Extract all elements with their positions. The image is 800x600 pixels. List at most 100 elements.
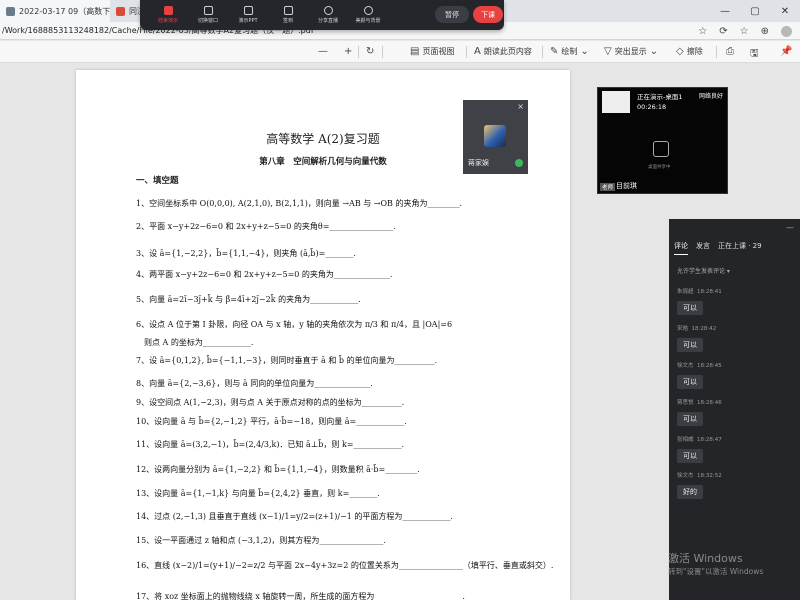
close-window-button[interactable]: ✕ [770,0,800,22]
presenter-camera-tile[interactable]: × 蒋家娱 [463,100,528,174]
question-4: 4、两平面 x−y+2z−6=0 和 2x+y+z−5=0 的夹角为______… [136,270,393,279]
activation-watermark: 激活 Windows [668,552,743,565]
extensions-icon[interactable]: ⊕ [761,26,769,37]
message-time: 18:28:47 [697,437,722,443]
maximize-button[interactable]: ▢ [740,0,770,22]
desktop-thumbnail [602,91,630,113]
message-text: 好的 [677,485,703,499]
address-bar-icons: ☆ ⟳ ☆ ⊕ [698,22,792,40]
pause-button[interactable]: 暂停 [435,6,469,23]
save-button[interactable]: 🖫 [750,46,759,63]
presenter-avatar [484,125,506,147]
highlighter-icon: ▽ [604,46,612,57]
zoom-out-button[interactable]: — [318,46,328,57]
ppt-icon [243,6,253,15]
window-icon [203,6,213,15]
pen-icon: ✎ [550,46,559,57]
pin-button[interactable]: 📌 [780,46,792,57]
chat-panel: — 评论 发言 正在上课 · 29 允许学生发表评论 ▾ 朱焜超 18:28:4… [669,219,800,600]
erase-button[interactable]: ◇ 擦除 [676,46,703,57]
message-time: 18:28:41 [697,289,722,295]
question-11: 11、设向量 ā=(3,2,−1)，b̄=(2,4/3,k)．已知 ā⊥b̄，则… [136,440,405,449]
tab-speak[interactable]: 发言 [696,241,710,255]
profile-avatar[interactable] [781,25,792,37]
mic-active-icon [515,159,523,167]
question-12: 12、设两向量分别为 ā={1,−2,2} 和 b̄={1,1,−4}，则数量积… [136,465,420,474]
question-5: 5、向量 ā=2ī−3j̄+k̄ 与 β̄=4ī+2j̄−2k̄ 的夹角为___… [136,295,361,304]
stop-presenting-button[interactable]: 结束演示 [148,6,188,24]
highlight-button[interactable]: ▽ 突出显示 ⌄ [604,46,658,57]
divider [542,46,543,58]
share-icon [323,6,333,15]
message-user: 蒋思悦 [677,400,694,406]
comment-permission-dropdown[interactable]: 允许学生发表评论 ▾ [677,266,730,275]
message-user: 宋皓 [677,326,689,332]
message-time: 18:28:42 [691,326,717,332]
message-time: 18:32:52 [697,473,722,479]
divider [382,46,383,58]
question-8: 8、向量 ā={2,−3,6}，则与 ā 同向的单位向量为___________… [136,379,373,388]
share-live-button[interactable]: 分享直播 [308,6,348,24]
question-6: 6、设点 A 位于第 I 卦限，向径 OA 与 x 轴，y 轴的夹角依次为 π/… [136,320,453,329]
question-17: 17、将 xoz 坐标面上的抛物线绕 x 轴旋转一周，所生成的面方程为_____… [136,592,465,600]
share-hint: 桌面共享中 [648,165,671,170]
browser-tab-pdf[interactable]: 2022-03-17 09（高数下相关） × [0,0,110,22]
sparkle-icon [363,6,373,15]
favorites-list-icon[interactable]: ☆ [740,26,749,37]
message-user: 张相威 [677,437,694,443]
checkin-icon [283,6,293,15]
question-6-cont: 则点 A 的坐标为____________. [144,338,254,347]
chat-message: 宋皓 18:28:42 可以 [677,324,716,352]
classroom-toolbar: 结束演示 切换窗口 演示PPT 签到 分享直播 美颜与背景 暂停 下课 [140,0,504,30]
page-view-button[interactable]: ▤ 页面视图 [410,46,454,57]
presenter-name: 蒋家娱 [468,159,489,167]
tab-label: 2022-03-17 09（高数下相关） [19,6,110,16]
site-tab-icon [116,6,125,16]
message-text: 可以 [677,301,703,315]
message-text: 可以 [677,412,703,426]
checkin-button[interactable]: 签到 [268,6,308,24]
read-aloud-icon: A [474,46,481,57]
tab-attendance[interactable]: 正在上课 · 29 [718,241,762,255]
message-user: 徐文杰 [677,363,694,369]
presenter-label: 目前琪 [616,182,637,190]
print-button[interactable]: ⎙ [726,46,734,57]
present-ppt-button[interactable]: 演示PPT [228,6,268,24]
chat-message: 徐文杰 18:28:45 可以 [677,361,722,389]
message-text: 可以 [677,375,703,389]
draw-button[interactable]: ✎ 绘制 ⌄ [550,46,589,57]
divider [716,46,717,58]
network-status: 网络良好 [698,93,723,100]
collapse-icon[interactable]: — [786,223,794,232]
question-7: 7、设 ā={0,1,2}, b̄={−1,1,−3}，则同时垂直于 ā 和 b… [136,356,438,365]
message-time: 18:28:45 [697,363,722,369]
activation-watermark-hint: 转到"设置"以激活 Windows [668,567,764,576]
elapsed-time: 00:26:18 [637,103,667,111]
refresh-icon[interactable]: ⟳ [719,26,727,37]
teacher-badge: 老师 [600,183,616,191]
chat-message: 张相威 18:28:47 可以 [677,435,722,463]
switch-window-button[interactable]: 切换窗口 [188,6,228,24]
screen-share-icon [653,141,669,157]
close-icon[interactable]: × [517,102,524,111]
question-13: 13、设向量 ā={1,−1,k} 与向量 b̄={2,4,2} 垂直，则 k=… [136,489,380,498]
question-16: 16、直线 (x−2)/1=(y+1)/−2=z/2 与平面 2x−4y+3z=… [136,561,554,570]
question-1: 1、空间坐标系中 O(0,0,0), A(2,1,0), B(2,1,1)，则向… [136,199,463,208]
tab-comments[interactable]: 评论 [674,241,688,255]
presenting-status: 正在演示-桌面1 [637,93,683,101]
zoom-in-button[interactable]: + [344,46,352,57]
rotate-button[interactable]: ↻ [366,46,374,57]
presentation-preview[interactable]: 正在演示-桌面1 00:26:18 网络良好 桌面共享中 老师 目前琪 [597,87,728,194]
pdf-toolbar: — + ↻ ▤ 页面视图 A 朗读此页内容 ✎ 绘制 ⌄ ▽ 突出显示 ⌄ ◇ … [0,41,800,63]
minimize-button[interactable]: — [710,0,740,22]
divider [466,46,467,58]
beauty-background-button[interactable]: 美颜与背景 [348,6,388,24]
chat-tabs: 评论 发言 正在上课 · 29 [669,241,800,255]
favorite-icon[interactable]: ☆ [698,26,707,37]
pdf-tab-icon [6,6,15,16]
end-class-button[interactable]: 下课 [473,6,503,23]
chat-message: 朱焜超 18:28:41 可以 [677,287,722,315]
message-text: 可以 [677,449,703,463]
question-14: 14、过点 (2,−1,3) 且垂直于直线 (x−1)/1=y/2=(z+1)/… [136,512,453,521]
read-aloud-button[interactable]: A 朗读此页内容 [474,46,532,57]
